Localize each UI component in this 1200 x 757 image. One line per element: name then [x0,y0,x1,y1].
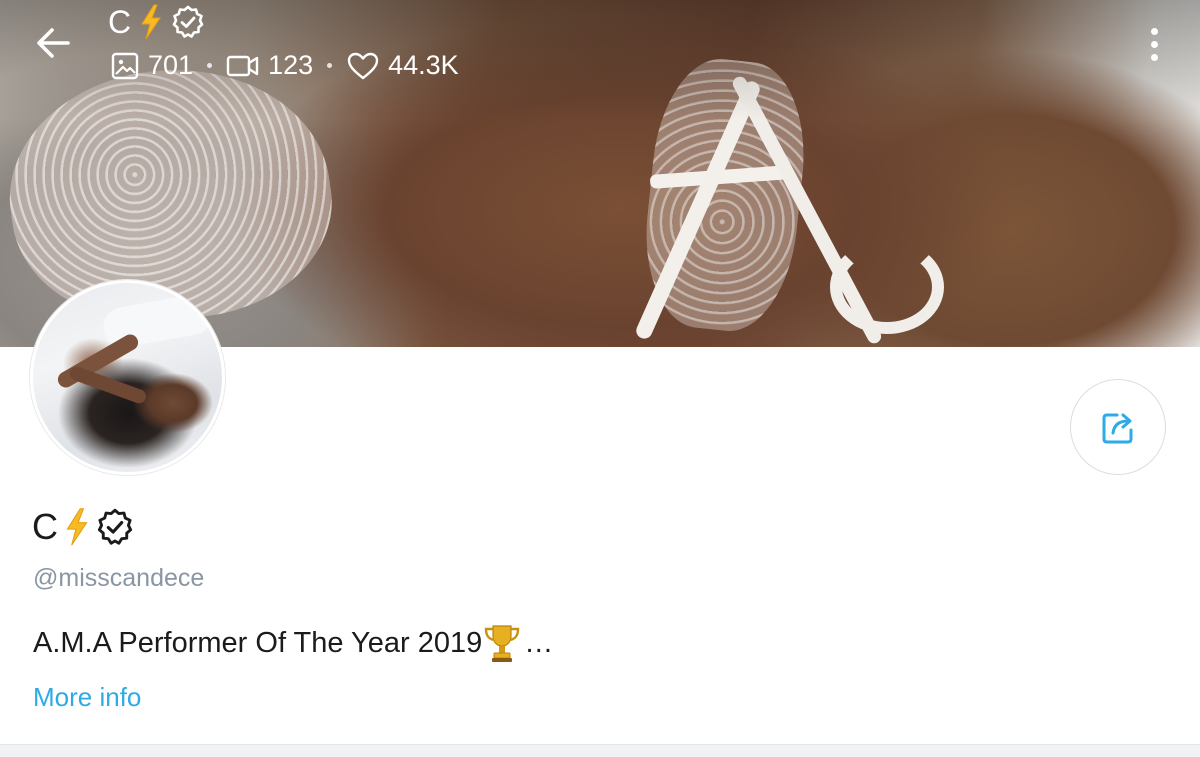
profile-bio: A.M.A Performer Of The Year 2019 … [33,622,553,664]
arrow-left-icon [37,28,70,58]
more-info-link[interactable]: More info [33,682,141,713]
video-camera-icon [226,55,259,76]
heart-icon [347,52,379,79]
verified-badge-icon [97,508,133,545]
separator-dot [327,63,333,68]
profile-name: C [32,506,134,548]
avatar[interactable] [30,280,225,475]
stat-likes: 44.3K [346,50,459,81]
share-icon [1102,413,1133,444]
vertical-dots-icon [1150,53,1158,61]
back-button[interactable] [30,20,76,66]
more-options-button[interactable] [1142,22,1166,66]
likes-count: 44.3K [388,50,459,80]
vertical-dots-icon [1150,40,1158,48]
stat-videos: 123 [226,50,313,81]
header-stats: 701 123 44.3K [110,50,459,81]
header-name: C [108,3,132,40]
trophy-emoji [485,625,520,662]
header-title: C [108,2,205,42]
lightning-emoji [66,508,88,546]
vertical-dots-icon [1150,27,1158,35]
separator-dot [207,63,213,68]
share-button[interactable] [1070,379,1166,475]
verified-badge-icon [172,5,204,38]
lightning-emoji [141,4,162,40]
bio-text: A.M.A Performer Of The Year 2019 [33,626,483,659]
image-icon [111,52,139,79]
section-divider [0,744,1200,757]
bio-ellipsis: … [524,626,554,659]
cover-detail [830,240,944,334]
stat-photos: 701 [110,50,193,81]
videos-count: 123 [268,50,314,80]
photos-count: 701 [148,50,194,80]
profile-name-text: C [32,506,58,547]
avatar-detail [68,364,148,406]
profile-handle: @misscandece [33,564,205,592]
